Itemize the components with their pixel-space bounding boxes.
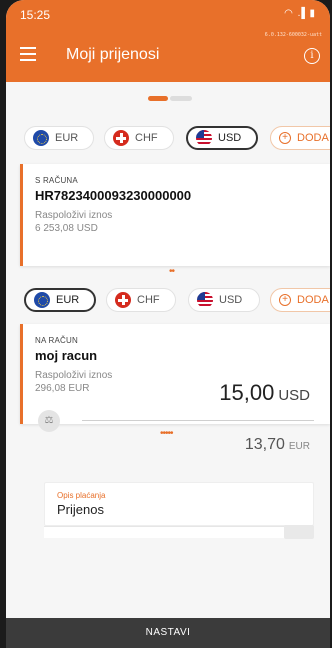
app-bar: Moji prijenosi 6.0.132-600032-uatt i <box>6 30 330 82</box>
step-indicator <box>148 96 192 102</box>
page-title: Moji prijenosi <box>66 46 160 63</box>
chip-from-add[interactable]: + DODA <box>270 126 330 150</box>
to-page-dots: ••••• <box>160 428 173 439</box>
chip-from-usd[interactable]: USD <box>186 126 258 150</box>
status-time: 15:25 <box>20 8 51 22</box>
to-header: NA RAČUN <box>35 336 78 345</box>
chip-from-chf[interactable]: CHF <box>104 126 174 150</box>
from-currency-chips: EUR CHF USD + DODA <box>6 126 330 152</box>
status-bar: 15:25 ◠ .▌▮ <box>6 0 330 30</box>
from-account-card[interactable]: S RAČUNA HR7823400093230000000 Raspoloži… <box>20 164 330 266</box>
menu-icon[interactable] <box>20 47 36 61</box>
chip-to-chf[interactable]: CHF <box>106 288 176 312</box>
to-currency-chips: EUR CHF USD + DODA <box>6 288 330 314</box>
from-account-number: HR7823400093230000000 <box>35 188 192 203</box>
chip-label: EUR <box>55 132 79 144</box>
us-flag-icon <box>196 130 212 146</box>
from-page-dots: •• <box>169 266 175 277</box>
converted-value: 13,70 <box>244 436 285 453</box>
chip-label: CHF <box>137 294 160 306</box>
chip-to-eur[interactable]: EUR <box>24 288 96 312</box>
amount-input[interactable]: 15,00 USD <box>219 380 310 406</box>
exchange-rate-icon[interactable]: ⚖ <box>38 410 60 432</box>
plus-icon: + <box>279 132 291 144</box>
from-header: S RAČUNA <box>35 176 78 185</box>
transfer-form: EUR CHF USD + DODA S RAČUNA HR7823400093… <box>6 82 330 618</box>
chip-label: USD <box>218 132 242 144</box>
continue-button[interactable]: NASTAVI <box>6 618 330 648</box>
chip-label: DODA <box>297 132 329 144</box>
version-label: 6.0.132-600032-uatt <box>264 32 322 38</box>
from-available-amount: 6 253,08 USD <box>35 223 98 234</box>
from-available-label: Raspoloživi iznos <box>35 210 113 221</box>
phone-screen: 15:25 ◠ .▌▮ Moji prijenosi 6.0.132-60003… <box>6 0 330 648</box>
chip-label: DODA <box>297 294 329 306</box>
amount-currency: USD <box>278 387 310 404</box>
chip-label: EUR <box>56 294 80 306</box>
converted-currency: EUR <box>288 441 310 452</box>
eu-flag-icon <box>34 292 50 308</box>
amount-value: 15,00 <box>219 380 275 405</box>
plus-icon: + <box>279 294 291 306</box>
swiss-flag-icon <box>115 292 131 308</box>
info-icon[interactable]: i <box>304 48 320 64</box>
chip-to-usd[interactable]: USD <box>188 288 260 312</box>
next-field-stub <box>44 525 314 539</box>
chip-label: CHF <box>135 132 158 144</box>
status-icons: ◠ .▌▮ <box>284 8 316 19</box>
eu-flag-icon <box>33 130 49 146</box>
payment-description-field[interactable]: Opis plaćanja Prijenos <box>44 482 314 526</box>
chip-to-add[interactable]: + DODA <box>270 288 330 312</box>
description-value: Prijenos <box>57 502 104 517</box>
swiss-flag-icon <box>113 130 129 146</box>
us-flag-icon <box>197 292 213 308</box>
amount-divider <box>82 420 314 421</box>
converted-amount: 13,70 EUR <box>245 436 310 454</box>
to-account-card[interactable]: NA RAČUN moj racun Raspoloživi iznos 296… <box>20 324 330 424</box>
description-label: Opis plaćanja <box>57 491 106 500</box>
to-account-name: moj racun <box>35 348 98 363</box>
chip-label: USD <box>219 294 243 306</box>
chip-from-eur[interactable]: EUR <box>24 126 94 150</box>
